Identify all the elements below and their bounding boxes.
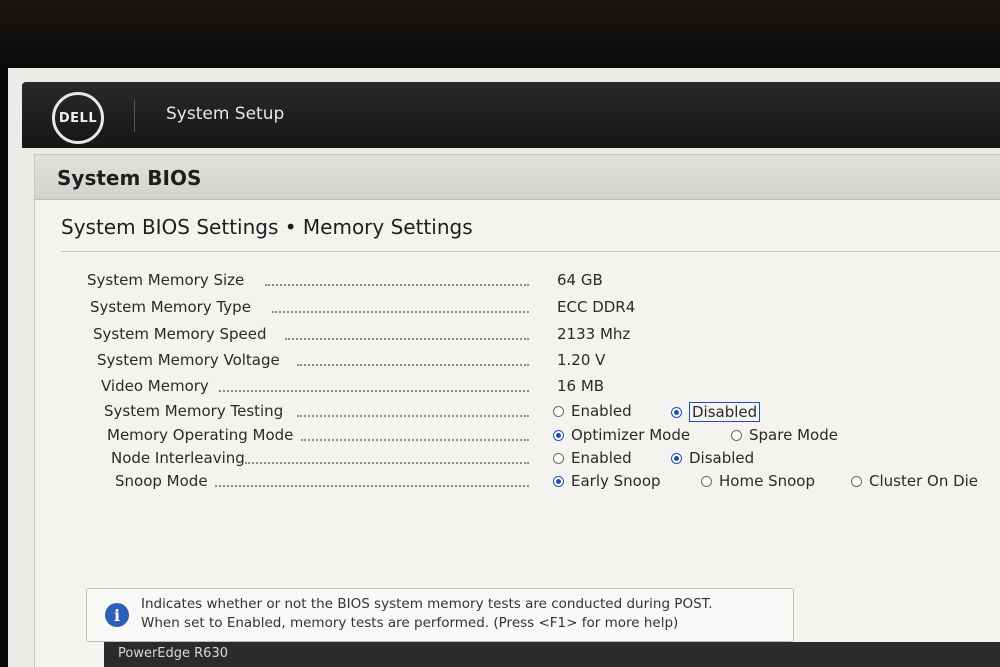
radio-optimizer-mode[interactable]: Optimizer Mode <box>553 426 690 444</box>
option-label: Optimizer Mode <box>571 426 691 444</box>
setting-value: ECC DDR4 <box>557 298 636 316</box>
help-text: Indicates whether or not the BIOS system… <box>141 595 713 633</box>
setting-label: System Memory Testing <box>104 402 284 420</box>
radio-spare-mode[interactable]: Spare Mode <box>731 426 838 444</box>
help-box: i Indicates whether or not the BIOS syst… <box>86 588 794 642</box>
setting-label: Memory Operating Mode <box>107 426 294 444</box>
server-model: PowerEdge R630 <box>118 646 228 661</box>
radio-on-icon <box>671 406 682 418</box>
footer-bar: PowerEdge R630 <box>104 642 1000 667</box>
radio-off-icon <box>731 429 742 441</box>
section-divider <box>61 251 1000 252</box>
radio-node-interleaving-disabled[interactable]: Disabled <box>671 449 754 467</box>
option-label: Cluster On Die <box>869 472 979 490</box>
setting-row-memory-speed: System Memory Speed 2133 Mhz <box>35 325 1000 347</box>
monitor-bezel-top <box>0 0 1000 70</box>
bios-screen: DELL System Setup System BIOS System BIO… <box>8 68 1000 667</box>
dell-logo: DELL <box>52 92 104 144</box>
leader-dots <box>301 439 529 441</box>
leader-dots <box>285 338 529 340</box>
panel-title: System BIOS <box>57 166 202 190</box>
header-bar: DELL System Setup <box>22 82 1000 148</box>
radio-early-snoop[interactable]: Early Snoop <box>553 472 661 490</box>
setting-row-memory-operating-mode[interactable]: Memory Operating Mode Optimizer Mode Spa… <box>35 426 1000 448</box>
radio-memory-testing-disabled[interactable]: Disabled <box>671 402 761 422</box>
option-label: Early Snoop <box>571 472 661 490</box>
leader-dots <box>265 284 529 286</box>
radio-node-interleaving-enabled[interactable]: Enabled <box>553 449 632 467</box>
leader-dots <box>297 364 529 366</box>
setting-value: 16 MB <box>557 377 605 395</box>
radio-on-icon <box>553 475 564 487</box>
setting-row-memory-testing[interactable]: System Memory Testing Enabled Disabled <box>35 402 1000 424</box>
header-divider <box>134 100 135 132</box>
setting-value: 64 GB <box>557 271 603 289</box>
help-line-2: When set to Enabled, memory tests are pe… <box>141 615 679 631</box>
setting-row-memory-size: System Memory Size 64 GB <box>35 271 1000 293</box>
header-title: System Setup <box>166 104 285 124</box>
info-icon: i <box>105 603 129 627</box>
setting-label: System Memory Size <box>87 271 245 289</box>
option-label: Home Snoop <box>719 472 815 490</box>
option-label: Disabled <box>689 449 755 467</box>
setting-row-snoop-mode[interactable]: Snoop Mode Early Snoop Home Snoop Cluste… <box>35 472 1000 494</box>
radio-off-icon <box>553 405 564 417</box>
radio-off-icon <box>553 452 564 464</box>
radio-on-icon <box>553 429 564 441</box>
setting-row-node-interleaving[interactable]: Node Interleaving Enabled Disabled <box>35 449 1000 471</box>
section-title: System BIOS Settings • Memory Settings <box>61 215 473 239</box>
leader-dots <box>215 485 529 487</box>
panel-title-bar: System BIOS <box>35 155 1000 200</box>
radio-off-icon <box>701 475 712 487</box>
leader-dots <box>272 311 529 313</box>
leader-dots <box>219 390 529 392</box>
setting-label: Snoop Mode <box>115 472 208 490</box>
option-label: Enabled <box>571 402 632 420</box>
radio-home-snoop[interactable]: Home Snoop <box>701 472 815 490</box>
setting-label: System Memory Type <box>90 298 251 316</box>
option-label: Spare Mode <box>749 426 838 444</box>
setting-value: 1.20 V <box>557 351 606 369</box>
setting-row-video-memory: Video Memory 16 MB <box>35 377 1000 399</box>
help-line-1: Indicates whether or not the BIOS system… <box>141 596 713 612</box>
setting-row-memory-type: System Memory Type ECC DDR4 <box>35 298 1000 320</box>
option-label: Enabled <box>571 449 632 467</box>
radio-cluster-on-die[interactable]: Cluster On Die <box>851 472 978 490</box>
setting-label: Video Memory <box>101 377 209 395</box>
radio-memory-testing-enabled[interactable]: Enabled <box>553 402 632 420</box>
setting-row-memory-voltage: System Memory Voltage 1.20 V <box>35 351 1000 373</box>
setting-label: System Memory Speed <box>93 325 267 343</box>
radio-off-icon <box>851 475 862 487</box>
setting-value: 2133 Mhz <box>557 325 631 343</box>
leader-dots <box>245 462 529 464</box>
setting-label: Node Interleaving <box>111 449 245 467</box>
option-label: Disabled <box>689 402 761 422</box>
leader-dots <box>297 415 529 417</box>
setting-label: System Memory Voltage <box>97 351 280 369</box>
radio-on-icon <box>671 452 682 464</box>
